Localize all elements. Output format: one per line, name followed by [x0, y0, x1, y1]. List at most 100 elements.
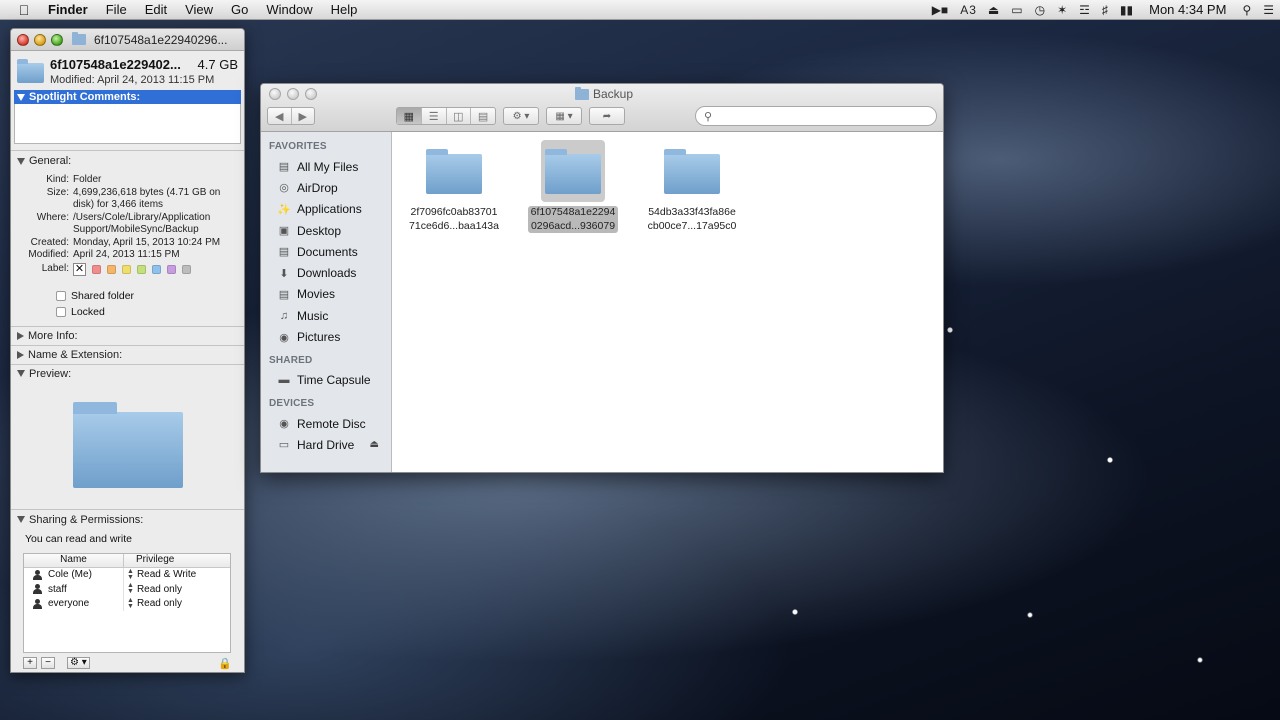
- menu-view[interactable]: View: [176, 2, 222, 17]
- arrange-menu-button[interactable]: ▦ ▾: [546, 107, 582, 125]
- lock-icon[interactable]: 🔒: [218, 657, 232, 670]
- coverflow-view-icon[interactable]: ▤: [471, 108, 495, 124]
- battery-icon[interactable]: ▮▮: [1114, 3, 1139, 17]
- eject-menu-icon[interactable]: ⏏: [982, 3, 1005, 17]
- updown-arrows-icon[interactable]: ▲ ▼: [127, 582, 134, 595]
- label-purple[interactable]: [167, 264, 176, 274]
- time-capsule-icon: ▬: [278, 374, 290, 387]
- time-machine-icon[interactable]: ◷: [1029, 3, 1051, 17]
- section-preview[interactable]: Preview:: [11, 367, 244, 381]
- back-arrow-icon[interactable]: ◀: [268, 108, 292, 124]
- disclosure-triangle-icon[interactable]: [17, 516, 25, 523]
- label-orange[interactable]: [107, 264, 116, 274]
- search-field[interactable]: ⚲: [695, 106, 937, 126]
- where-value-cont: Support/MobileSync/Backup: [73, 224, 199, 235]
- sidebar-item-time-capsule[interactable]: ▬ Time Capsule: [261, 370, 391, 391]
- sidebar-item-movies[interactable]: ▤ Movies: [261, 284, 391, 305]
- column-name[interactable]: Name: [24, 553, 124, 567]
- adobe-icon[interactable]: A 3: [954, 3, 982, 17]
- sidebar-item-airdrop[interactable]: ◎ AirDrop: [261, 177, 391, 198]
- sidebar-item-documents[interactable]: ▤ Documents: [261, 241, 391, 262]
- section-more-info[interactable]: More Info:: [11, 329, 244, 343]
- airplay-icon[interactable]: ▭: [1005, 3, 1028, 17]
- sidebar-item-label: Applications: [297, 202, 362, 217]
- label-none-button[interactable]: ✕: [73, 262, 86, 276]
- eject-icon[interactable]: ⏏: [370, 439, 379, 450]
- section-general[interactable]: General:: [11, 154, 244, 168]
- updown-arrows-icon[interactable]: ▲ ▼: [127, 597, 134, 610]
- perm-privilege[interactable]: Read only: [137, 598, 182, 609]
- screen-recording-icon[interactable]: ▶■: [926, 3, 954, 17]
- label-red[interactable]: [92, 264, 101, 274]
- sidebar-item-pictures[interactable]: ◉ Pictures: [261, 326, 391, 347]
- sidebar-item-all-my-files[interactable]: ▤ All My Files: [261, 156, 391, 177]
- sidebar-header-favorites: FAVORITES: [269, 141, 327, 152]
- zoom-button[interactable]: [51, 33, 63, 46]
- folder-icon: [545, 149, 601, 194]
- list-view-icon[interactable]: ☰: [422, 108, 447, 124]
- perm-privilege[interactable]: Read only: [137, 584, 182, 595]
- sidebar-item-hard-drive[interactable]: ▭ Hard Drive ⏏: [261, 434, 391, 455]
- file-item[interactable]: 54db3a33f43fa86e cb00ce7...17a95c0: [633, 140, 751, 233]
- menu-edit[interactable]: Edit: [136, 2, 176, 17]
- table-row[interactable]: everyone ▲ ▼ Read only: [24, 596, 230, 611]
- disclosure-triangle-icon[interactable]: [17, 93, 25, 101]
- disclosure-triangle-icon[interactable]: [17, 350, 24, 359]
- add-button[interactable]: +: [23, 657, 37, 669]
- menu-help[interactable]: Help: [322, 2, 367, 17]
- sidebar-item-applications[interactable]: ✨ Applications: [261, 199, 391, 220]
- info-titlebar[interactable]: 6f107548a1e22940296...: [11, 29, 244, 51]
- spotlight-search-icon[interactable]: ⚲: [1236, 3, 1257, 17]
- label-green[interactable]: [137, 264, 146, 274]
- action-menu-button[interactable]: ⚙ ▾: [503, 107, 539, 125]
- menu-file[interactable]: File: [97, 2, 136, 17]
- gear-menu-button[interactable]: ⚙ ▾: [67, 657, 90, 669]
- sidebar-item-desktop[interactable]: ▣ Desktop: [261, 220, 391, 241]
- spotlight-comments-field[interactable]: [14, 104, 241, 144]
- disclosure-triangle-icon[interactable]: [17, 331, 24, 340]
- share-button[interactable]: ➦: [589, 107, 625, 125]
- apple-icon[interactable]: : [14, 2, 34, 18]
- section-sharing-permissions[interactable]: Sharing & Permissions:: [11, 513, 244, 527]
- icon-view-icon[interactable]: ▦: [397, 108, 422, 124]
- disclosure-triangle-icon[interactable]: [17, 370, 25, 377]
- preview-area: [11, 381, 244, 509]
- menu-finder[interactable]: Finder: [34, 2, 97, 17]
- info-header: 6f107548a1e229402... 4.7 GB Modified: Ap…: [11, 51, 244, 90]
- file-item[interactable]: 2f7096fc0ab83701 71ce6d6...baa143a: [395, 140, 513, 233]
- shared-folder-option[interactable]: Shared folder: [56, 288, 244, 304]
- file-item-selected[interactable]: 6f107548a1e2294 0296acd...936079: [514, 140, 632, 233]
- forward-arrow-icon[interactable]: ▶: [292, 108, 315, 124]
- notification-center-icon[interactable]: ☰: [1257, 3, 1280, 17]
- shared-folder-checkbox[interactable]: [56, 290, 66, 301]
- bluetooth-icon[interactable]: ✶: [1051, 3, 1073, 17]
- column-view-icon[interactable]: ◫: [447, 108, 472, 124]
- section-name-extension[interactable]: Name & Extension:: [11, 348, 244, 362]
- perm-privilege[interactable]: Read & Write: [137, 569, 196, 580]
- locked-label: Locked: [71, 305, 105, 318]
- status-menus: ▶■ A 3 ⏏ ▭ ◷ ✶ ☲ ♯ ▮▮ Mon 4:34 PM ⚲ ☰: [926, 2, 1280, 17]
- menu-window[interactable]: Window: [257, 2, 321, 17]
- minimize-button[interactable]: [34, 33, 46, 46]
- disclosure-triangle-icon[interactable]: [17, 157, 25, 165]
- sidebar-item-downloads[interactable]: ⬇ Downloads: [261, 262, 391, 283]
- column-privilege[interactable]: Privilege: [124, 554, 174, 567]
- sidebar-item-remote-disc[interactable]: ◉ Remote Disc: [261, 413, 391, 434]
- hard-drive-icon: ▭: [278, 439, 290, 452]
- wifi-icon[interactable]: ☲: [1073, 3, 1096, 17]
- locked-checkbox[interactable]: [56, 306, 66, 317]
- menubar-clock[interactable]: Mon 4:34 PM: [1139, 2, 1236, 17]
- remove-button[interactable]: −: [41, 657, 55, 669]
- sidebar-item-music[interactable]: ♫ Music: [261, 305, 391, 326]
- label-blue[interactable]: [152, 264, 161, 274]
- section-spotlight-comments[interactable]: Spotlight Comments:: [14, 90, 241, 104]
- menu-go[interactable]: Go: [222, 2, 257, 17]
- label-yellow[interactable]: [122, 264, 131, 274]
- updown-arrows-icon[interactable]: ▲ ▼: [127, 568, 134, 581]
- table-row[interactable]: staff ▲ ▼ Read only: [24, 582, 230, 597]
- table-row[interactable]: Cole (Me) ▲ ▼ Read & Write: [24, 567, 230, 582]
- label-gray[interactable]: [182, 264, 191, 274]
- volume-icon[interactable]: ♯: [1096, 3, 1114, 17]
- locked-option[interactable]: Locked: [56, 304, 244, 320]
- close-button[interactable]: [17, 33, 29, 46]
